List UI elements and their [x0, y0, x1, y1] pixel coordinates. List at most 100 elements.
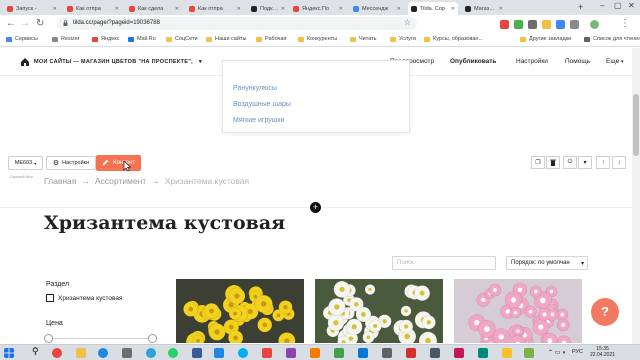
- browser-tab[interactable]: Как сдела ✕: [126, 2, 182, 15]
- breadcrumb-home[interactable]: Главная: [44, 176, 76, 186]
- close-tab-icon[interactable]: ✕: [281, 6, 285, 12]
- yandex-icon[interactable]: [262, 348, 272, 358]
- move-up-icon[interactable]: ↑: [596, 156, 610, 169]
- bookmark-item[interactable]: Mail.Ru: [128, 36, 156, 42]
- close-tab-icon[interactable]: ✕: [115, 6, 119, 12]
- duplicate-block-icon[interactable]: ❐: [531, 156, 545, 169]
- close-tab-icon[interactable]: ✕: [53, 6, 57, 12]
- chevron-down-icon[interactable]: ▾: [578, 156, 592, 169]
- app-icon[interactable]: [334, 348, 344, 358]
- browser-tab[interactable]: Мессендж ✕: [350, 2, 404, 15]
- app-icon[interactable]: [430, 348, 440, 358]
- app-icon[interactable]: [286, 348, 296, 358]
- bookmark-item[interactable]: Другие закладки: [520, 36, 571, 42]
- bookmark-star-icon[interactable]: ☆: [404, 18, 411, 27]
- block-id-button[interactable]: ME603 ▾: [8, 156, 43, 170]
- menu-item-soft-toys[interactable]: Мягкие игрушки: [233, 117, 284, 124]
- close-tab-icon[interactable]: ✕: [175, 6, 179, 12]
- search-icon[interactable]: ⚲: [32, 346, 42, 356]
- close-window-icon[interactable]: ✕: [628, 1, 635, 10]
- windows-start-icon[interactable]: [4, 348, 14, 358]
- vertical-scrollbar[interactable]: [632, 48, 640, 344]
- browser-menu-icon[interactable]: ⋮: [620, 18, 630, 29]
- menu-item-balloons[interactable]: Воздушные шары: [233, 101, 291, 108]
- minimize-icon[interactable]: –: [600, 1, 604, 10]
- bookmark-item[interactable]: Курсы, образован...: [424, 36, 483, 42]
- extension-icon[interactable]: [514, 20, 523, 29]
- app-icon[interactable]: [406, 348, 416, 358]
- language-indicator[interactable]: РУС: [572, 349, 583, 355]
- app-icon[interactable]: [358, 348, 368, 358]
- profile-avatar[interactable]: [590, 20, 599, 29]
- app-icon[interactable]: [310, 348, 320, 358]
- extension-icon[interactable]: [556, 20, 565, 29]
- bookmark-item[interactable]: Услуги: [390, 36, 416, 42]
- breadcrumb-catalog[interactable]: Ассортимент: [95, 176, 146, 186]
- skype-icon[interactable]: [238, 348, 248, 358]
- menu-item-ranunculus[interactable]: Ранункулюсы: [233, 85, 277, 92]
- delete-block-icon[interactable]: [546, 156, 560, 169]
- new-tab-button[interactable]: +: [578, 2, 583, 12]
- price-slider-max-handle[interactable]: [148, 334, 157, 343]
- sort-select[interactable]: Порядок: по умолчан ▾: [506, 256, 588, 270]
- home-icon[interactable]: [20, 57, 30, 67]
- bookmark-item[interactable]: Наши сайты: [206, 36, 246, 42]
- app-icon[interactable]: [192, 348, 202, 358]
- bookmark-item[interactable]: Читать: [350, 36, 377, 42]
- bookmark-item[interactable]: Конкуренты: [298, 36, 337, 42]
- close-tab-icon[interactable]: ✕: [397, 6, 401, 12]
- whatsapp-icon[interactable]: [168, 348, 178, 358]
- move-down-icon[interactable]: ↓: [612, 156, 626, 169]
- browser-tab[interactable]: Как отпра ✕: [64, 2, 122, 15]
- bookmark-item[interactable]: Рабочая: [256, 36, 287, 42]
- browser-tab[interactable]: Яндекс.По ✕: [290, 2, 346, 15]
- maximize-icon[interactable]: ▢: [614, 1, 622, 10]
- back-icon[interactable]: ←: [6, 18, 16, 29]
- extension-icon[interactable]: [528, 20, 537, 29]
- more-menu[interactable]: Еще ▾: [606, 58, 624, 65]
- bookmark-item[interactable]: Список для чтения: [584, 36, 640, 42]
- browser-tab[interactable]: Магазин ц✕: [462, 2, 506, 15]
- extension-icon[interactable]: [500, 20, 509, 29]
- browser-tab[interactable]: Запуск - ✕: [4, 2, 60, 15]
- search-input[interactable]: Поиск: [392, 256, 496, 270]
- price-slider-track[interactable]: [48, 338, 154, 339]
- app-icon[interactable]: [478, 348, 488, 358]
- product-image-white-chrysanthemum[interactable]: [315, 279, 443, 343]
- browser-tab[interactable]: Подключи✕: [248, 2, 288, 15]
- settings-app-icon[interactable]: [122, 348, 132, 358]
- edge-icon[interactable]: [98, 348, 108, 358]
- product-image-pink-chrysanthemum[interactable]: [454, 279, 582, 343]
- add-block-button[interactable]: +: [310, 202, 321, 213]
- block-settings-button[interactable]: ⚙ Настройки: [46, 156, 96, 170]
- settings-link[interactable]: Настройки: [516, 58, 548, 65]
- extension-icon[interactable]: [570, 20, 579, 29]
- filter-checkbox[interactable]: [46, 294, 54, 302]
- telegram-icon[interactable]: [146, 348, 156, 358]
- clock[interactable]: 15:35 22.04.2021: [590, 346, 615, 358]
- price-slider-min-handle[interactable]: [44, 334, 53, 343]
- close-tab-icon[interactable]: ✕: [339, 6, 343, 12]
- reload-icon[interactable]: ↻: [36, 18, 44, 29]
- app-icon[interactable]: [524, 348, 534, 358]
- help-fab-button[interactable]: ?: [591, 298, 619, 326]
- edit-content-button[interactable]: Контент: [96, 155, 141, 172]
- scrollbar-thumb[interactable]: [633, 94, 639, 156]
- app-icon[interactable]: [214, 348, 224, 358]
- chrome-icon[interactable]: [52, 348, 62, 358]
- bookmark-item[interactable]: Яндекс: [92, 36, 120, 42]
- browser-tab[interactable]: Как отпра ✕: [186, 2, 244, 15]
- toggle-visibility-icon[interactable]: ⏻: [563, 156, 577, 169]
- site-breadcrumb[interactable]: МОИ САЙТЫ — МАГАЗИН ЦВЕТОВ "НА ПРОСПЕКТЕ…: [34, 59, 202, 65]
- close-tab-icon[interactable]: ✕: [451, 6, 455, 12]
- close-tab-icon[interactable]: ✕: [499, 6, 503, 12]
- app-icon[interactable]: [382, 348, 392, 358]
- bookmark-item[interactable]: Сервисы: [6, 36, 38, 42]
- url-field[interactable]: tilda.cc/page/?pageid=19036788 ☆: [57, 17, 417, 30]
- file-explorer-icon[interactable]: [76, 348, 86, 358]
- app-icon[interactable]: [454, 348, 464, 358]
- product-image-yellow-chrysanthemum[interactable]: [176, 279, 304, 343]
- extension-icon[interactable]: [542, 20, 551, 29]
- bookmark-item[interactable]: СоцСети: [166, 36, 198, 42]
- system-tray-icons[interactable]: ⌃ ▭ ◖: [548, 349, 566, 356]
